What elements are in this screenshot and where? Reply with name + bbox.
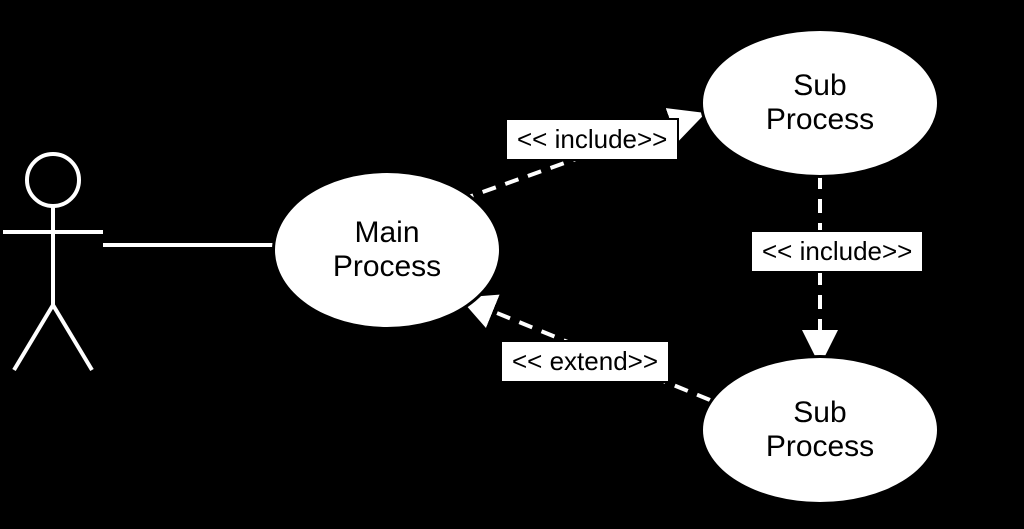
usecase-main-label: Main Process (333, 216, 441, 285)
label-extend: << extend>> (500, 340, 670, 383)
usecase-sub2-label: Sub Process (766, 396, 874, 465)
usecase-sub1-label: Sub Process (766, 69, 874, 138)
label-include-2: << include>> (750, 230, 924, 273)
actor-icon (3, 154, 103, 370)
usecase-sub2: Sub Process (700, 355, 940, 505)
usecase-main: Main Process (272, 170, 502, 330)
label-include-1: << include>> (505, 118, 679, 161)
use-case-diagram: Main Process Sub Process Sub Process << … (0, 0, 1024, 529)
usecase-sub1: Sub Process (700, 28, 940, 178)
